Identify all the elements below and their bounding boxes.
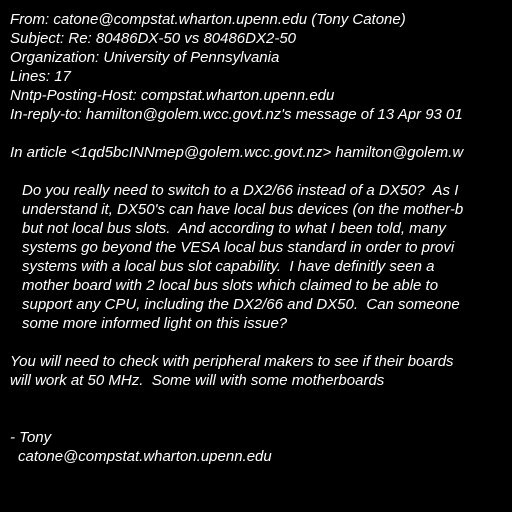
quoted-line: systems with a local bus slot capability… [22, 258, 435, 275]
header-subject: Subject: Re: 80486DX-50 vs 80486DX2-50 [10, 30, 297, 47]
header-in-reply-to: In-reply-to: hamilton@golem.wcc.govt.nz'… [10, 106, 463, 123]
quoted-line: support any CPU, including the DX2/66 an… [22, 296, 460, 313]
quoted-line: systems go beyond the VESA local bus sta… [22, 239, 455, 256]
reply-line: You will need to check with peripheral m… [10, 353, 454, 370]
quoted-line: mother board with 2 local bus slots whic… [22, 277, 439, 294]
header-from: From: catone@compstat.wharton.upenn.edu … [10, 11, 406, 28]
quoted-line: understand it, DX50's can have local bus… [22, 201, 464, 218]
signature-name: - Tony [10, 429, 52, 446]
quoted-line: Do you really need to switch to a DX2/66… [22, 182, 459, 199]
reply-line: will work at 50 MHz. Some will with some… [10, 372, 385, 389]
quoted-line: some more informed light on this issue? [22, 315, 288, 332]
attribution-line: In article <1qd5bcINNmep@golem.wcc.govt.… [10, 144, 464, 161]
header-nntp-host: Nntp-Posting-Host: compstat.wharton.upen… [10, 87, 335, 104]
quoted-line: but not local bus slots. And according t… [22, 220, 446, 237]
header-lines: Lines: 17 [10, 68, 71, 85]
signature-email: catone@compstat.wharton.upenn.edu [18, 448, 272, 465]
message-viewport: From: catone@compstat.wharton.upenn.edu … [0, 0, 512, 512]
header-organization: Organization: University of Pennsylvania [10, 49, 280, 66]
